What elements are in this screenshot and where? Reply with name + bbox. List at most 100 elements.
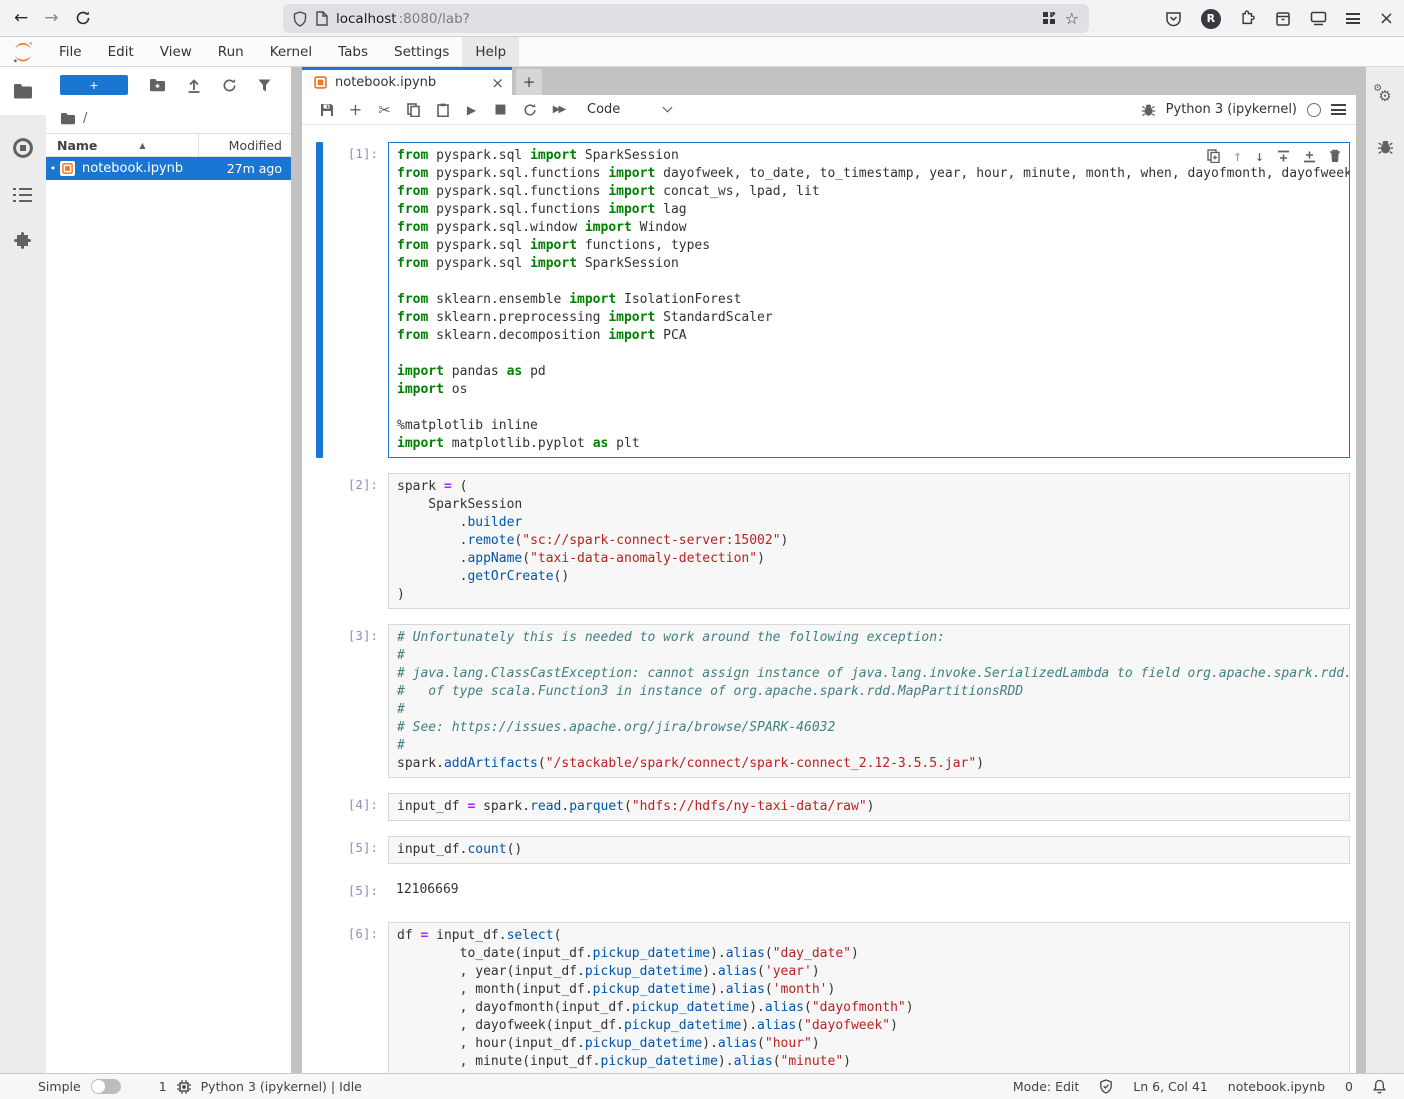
container-tabs-icon[interactable] (1042, 11, 1057, 26)
save-icon[interactable] (312, 103, 341, 117)
back-icon[interactable]: ← (14, 10, 28, 27)
cell-editor[interactable]: spark = ( SparkSession .builder .remote(… (388, 473, 1350, 609)
cell-editor[interactable]: df = input_df.select( to_date(input_df.p… (388, 922, 1350, 1073)
extension-manager-icon[interactable] (13, 231, 33, 251)
execution-prompt: [5]: (316, 836, 388, 864)
restart-run-all-icon[interactable]: ▶▶ (544, 104, 573, 115)
code-line: from pyspark.sql.functions import dayofw… (397, 165, 1341, 183)
bell-icon[interactable] (1373, 1079, 1386, 1094)
menu-tabs[interactable]: Tabs (325, 37, 381, 66)
code-line: , month(input_df.pickup_datetime).alias(… (397, 981, 1341, 999)
menu-edit[interactable]: Edit (95, 37, 147, 66)
insert-cell-below-icon[interactable] (1303, 150, 1316, 163)
output-text: 12106669 (388, 879, 1350, 903)
code-line: from pyspark.sql import SparkSession (397, 147, 1341, 165)
debugger-icon[interactable] (1141, 102, 1156, 117)
right-activity-bar: ⚙⚙ (1366, 67, 1404, 1073)
home-folder-icon[interactable] (60, 112, 76, 125)
menu-run[interactable]: Run (205, 37, 257, 66)
forward-icon[interactable]: → (44, 10, 58, 27)
code-line: import os (397, 381, 1341, 399)
cell-editor[interactable]: from pyspark.sql import SparkSessionfrom… (388, 142, 1350, 458)
browser-toolbar: ← → localhost:8080/lab? ☆ R (0, 0, 1404, 37)
run-cell-icon[interactable]: ▶ (457, 103, 486, 117)
sidebar-icon[interactable] (1310, 11, 1327, 26)
toolbar-more-icon[interactable] (1331, 102, 1346, 118)
new-launcher-button[interactable]: + (60, 75, 128, 95)
mode-indicator[interactable]: Mode: Edit (1013, 1079, 1079, 1094)
cursor-position[interactable]: Ln 6, Col 41 (1133, 1079, 1208, 1094)
delete-cell-icon[interactable] (1329, 149, 1341, 163)
move-cell-up-icon[interactable]: ↑ (1233, 147, 1242, 165)
menu-view[interactable]: View (147, 37, 205, 66)
new-folder-icon[interactable] (149, 78, 166, 92)
menu-file[interactable]: File (46, 37, 95, 66)
kernel-name[interactable]: Python 3 (ipykernel) (1166, 102, 1297, 117)
kernel-status-icon[interactable] (1307, 103, 1321, 117)
notebook-tab[interactable]: notebook.ipynb × (302, 67, 512, 95)
app-menu-icon[interactable] (1346, 11, 1360, 27)
code-line: # Unfortunately this is needed to work a… (397, 629, 1341, 647)
simple-mode-toggle[interactable] (91, 1079, 121, 1094)
copy-cell-icon[interactable] (399, 103, 428, 117)
notification-count[interactable]: 0 (1345, 1079, 1353, 1094)
kernel-chip-icon[interactable] (177, 1080, 191, 1094)
trust-shield-icon[interactable] (1099, 1079, 1113, 1094)
paste-cell-icon[interactable] (428, 103, 457, 117)
property-inspector-icon[interactable]: ⚙⚙ (1378, 89, 1391, 104)
code-line: to_date(input_df.pickup_datetime).alias(… (397, 945, 1341, 963)
table-of-contents-icon[interactable] (13, 187, 33, 203)
shield-icon[interactable] (293, 11, 307, 27)
reload-icon[interactable] (75, 10, 91, 26)
breadcrumb-root[interactable]: / (83, 111, 87, 126)
move-cell-down-icon[interactable]: ↓ (1255, 147, 1264, 165)
page-info-icon[interactable] (315, 11, 328, 26)
cut-cell-icon[interactable]: ✂ (370, 101, 399, 119)
file-modified: 27m ago (199, 161, 291, 176)
code-line: import matplotlib.pyplot as plt (397, 435, 1341, 453)
file-browser-tab[interactable] (0, 67, 46, 115)
add-cell-icon[interactable]: + (341, 100, 370, 119)
status-bar: Simple 1 Python 3 (ipykernel) | Idle Mod… (0, 1073, 1404, 1099)
stop-kernel-icon[interactable]: ■ (486, 102, 515, 117)
file-list-item[interactable]: • notebook.ipynb 27m ago (46, 157, 291, 180)
filter-icon[interactable] (258, 79, 271, 92)
window-close-icon[interactable]: × (1379, 8, 1394, 29)
restart-kernel-icon[interactable] (515, 103, 544, 117)
cell-editor[interactable]: input_df.count() (388, 836, 1350, 864)
code-line: from pyspark.sql import SparkSession (397, 255, 1341, 273)
cell-editor[interactable]: # Unfortunately this is needed to work a… (388, 624, 1350, 778)
bookmark-star-icon[interactable]: ☆ (1065, 9, 1079, 28)
url-bar[interactable]: localhost:8080/lab? ☆ (283, 4, 1089, 33)
column-modified[interactable]: Modified (199, 138, 291, 153)
debugger-sidebar-icon[interactable] (1377, 138, 1394, 155)
cell-type-select[interactable]: Code (587, 102, 671, 117)
column-name[interactable]: Name ▲ (46, 134, 199, 156)
new-tab-button[interactable]: + (516, 69, 542, 95)
profile-avatar[interactable]: R (1201, 9, 1221, 29)
code-cell: [1]:from pyspark.sql import SparkSession… (316, 142, 1350, 458)
kernel-status-text[interactable]: Python 3 (ipykernel) | Idle (201, 1079, 362, 1094)
code-line: , dayofmonth(input_df.pickup_datetime).a… (397, 999, 1341, 1017)
refresh-icon[interactable] (222, 78, 237, 93)
statusbar-filename[interactable]: notebook.ipynb (1228, 1079, 1325, 1094)
duplicate-cell-icon[interactable] (1207, 149, 1220, 163)
library-icon[interactable] (1275, 11, 1291, 27)
menu-help[interactable]: Help (462, 37, 519, 66)
upload-icon[interactable] (187, 78, 201, 93)
execution-prompt: [3]: (316, 624, 388, 778)
application-window: ← → localhost:8080/lab? ☆ R (0, 0, 1404, 1099)
insert-cell-above-icon[interactable] (1277, 150, 1290, 163)
pocket-icon[interactable] (1165, 10, 1182, 27)
code-line: # of type scala.Function3 in instance of… (397, 683, 1341, 701)
running-sessions-icon[interactable] (12, 137, 34, 159)
file-list-header: Name ▲ Modified (46, 133, 291, 157)
extension-icon[interactable] (1240, 10, 1256, 27)
menu-kernel[interactable]: Kernel (257, 37, 325, 66)
jupyter-logo (0, 37, 46, 66)
kernel-count[interactable]: 1 (159, 1079, 167, 1094)
menu-settings[interactable]: Settings (381, 37, 462, 66)
tab-close-icon[interactable]: × (491, 74, 504, 92)
cell-editor[interactable]: input_df = spark.read.parquet("hdfs://hd… (388, 793, 1350, 821)
cell-collapser[interactable] (316, 142, 323, 458)
